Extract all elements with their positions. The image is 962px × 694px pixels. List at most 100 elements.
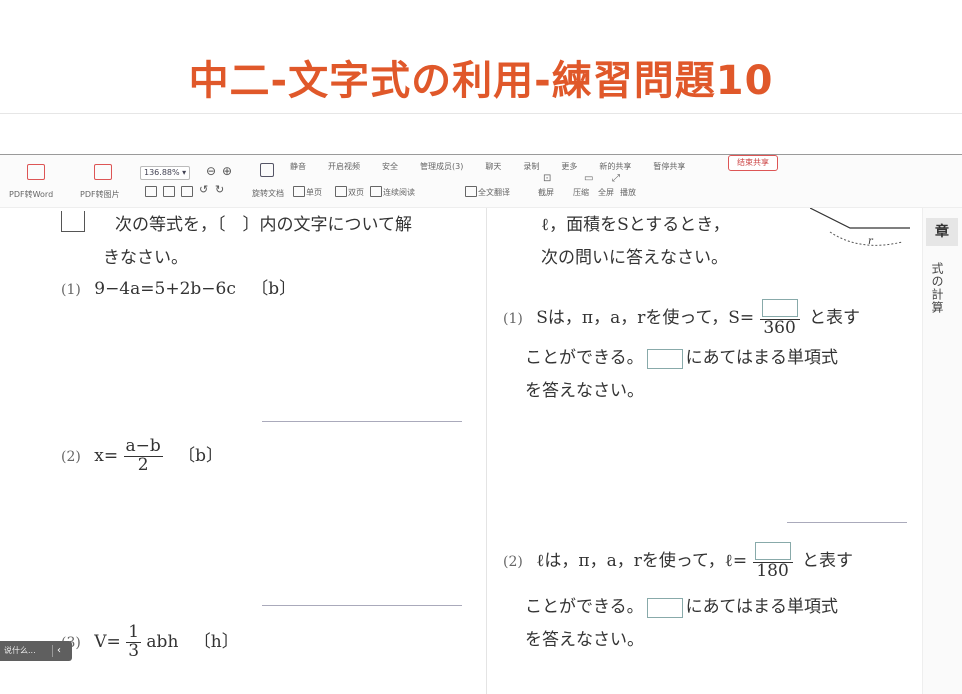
- more-button[interactable]: 更多: [561, 161, 577, 172]
- pdf-to-image-label[interactable]: PDF转图片: [80, 189, 120, 200]
- fullscreen-icon[interactable]: ⤢: [612, 173, 620, 184]
- translate-icon[interactable]: [465, 186, 477, 197]
- fraction-numerator: [752, 542, 793, 564]
- chat-input-chip[interactable]: 说什么... ‹: [0, 641, 72, 661]
- pdf-to-word-icon[interactable]: [27, 164, 45, 180]
- pdf-to-word-label[interactable]: PDF转Word: [9, 189, 53, 200]
- members-button[interactable]: 管理成员(3): [420, 161, 463, 172]
- equation: 9−4a=5+2b−6c: [94, 279, 236, 299]
- zoom-out-icon[interactable]: ⊖: [206, 164, 216, 178]
- sector-figure: r: [810, 208, 910, 247]
- left-question-1: (1) 9−4a=5+2b−6c 〔b〕: [61, 274, 296, 299]
- text-segment: にあてはまる単項式: [685, 348, 838, 368]
- question-number: (1): [503, 311, 523, 328]
- solve-for-bracket: 〔h〕: [193, 631, 239, 652]
- collapse-arrow-icon[interactable]: ‹: [57, 641, 61, 661]
- pdf-to-image-icon[interactable]: [94, 164, 112, 180]
- right-question-2-line3: を答えなさい。: [525, 630, 644, 650]
- answer-line: [262, 421, 462, 422]
- blank-box: [761, 299, 798, 317]
- question-tail: と表す: [809, 308, 860, 329]
- pdf-toolbar: 静音 开启视频 安全 管理成员(3) 聊天 录制 更多 新的共享 暂停共享 结束…: [0, 155, 962, 208]
- meeting-controls: 静音 开启视频 安全 管理成员(3) 聊天 录制 更多 新的共享 暂停共享: [290, 161, 685, 172]
- question-tail: と表す: [802, 551, 853, 572]
- fullscreen-button[interactable]: 全屏: [598, 187, 614, 198]
- double-page-icon[interactable]: [335, 186, 347, 197]
- right-question-1-line3: を答えなさい。: [525, 381, 644, 401]
- record-button[interactable]: 录制: [523, 161, 539, 172]
- instruction-line1: 次の等式を，〔 〕内の文字について解: [115, 215, 412, 235]
- chevron-down-icon: ▾: [182, 168, 187, 177]
- right-question-2: (2) ℓは，π，a，rを使って，ℓ= 180 と表す: [503, 542, 853, 581]
- fraction: 360: [759, 299, 800, 339]
- fraction-denominator: 360: [763, 318, 796, 339]
- right-question-2-line2: ことができる。 にあてはまる単項式: [525, 592, 838, 618]
- continuous-read-icon[interactable]: [370, 186, 382, 197]
- column-divider: [486, 208, 487, 694]
- screenshot-icon[interactable]: ⊡: [543, 173, 551, 184]
- answer-line: [787, 522, 907, 523]
- fraction-numerator: [759, 299, 800, 321]
- fit-width-icon[interactable]: [163, 186, 175, 197]
- compress-icon[interactable]: ▭: [584, 173, 593, 184]
- actual-size-icon[interactable]: [181, 186, 193, 197]
- left-question-3: (3) V= 1 3 abh 〔h〕: [61, 623, 239, 661]
- fraction: a−b 2: [123, 437, 163, 475]
- single-page-button[interactable]: 单页: [306, 187, 322, 198]
- zoom-in-icon[interactable]: ⊕: [222, 164, 232, 178]
- new-share-button[interactable]: 新的共享: [599, 161, 631, 172]
- rotate-left-icon[interactable]: ↺: [199, 183, 208, 196]
- solve-for-bracket: 〔b〕: [251, 279, 297, 299]
- right-question-1-line2: ことができる。 にあてはまる単項式: [525, 343, 838, 369]
- chapter-tab[interactable]: 章: [926, 218, 958, 246]
- sector-edge: [810, 208, 910, 229]
- zoom-select[interactable]: 136.88% ▾: [140, 166, 191, 180]
- chat-button[interactable]: 聊天: [485, 161, 501, 172]
- intro-line2: 次の問いに答えなさい。: [541, 248, 728, 268]
- rotate-document-label[interactable]: 旋转文档: [252, 188, 284, 199]
- left-question-2: (2) x= a−b 2 〔b〕: [61, 437, 223, 475]
- rotate-document-icon[interactable]: [260, 163, 274, 177]
- problem-number-box: [61, 211, 85, 232]
- blank-box: [646, 348, 683, 369]
- mute-button[interactable]: 静音: [290, 161, 306, 172]
- fraction: 1 3: [126, 623, 142, 661]
- question-number: (2): [61, 448, 81, 465]
- question-text: ℓは，π，a，rを使って，ℓ=: [536, 551, 748, 572]
- blank-box: [646, 597, 683, 618]
- pause-share-button[interactable]: 暂停共享: [653, 161, 685, 172]
- equation-rest: abh: [146, 631, 179, 652]
- answer-line: [262, 605, 462, 606]
- question-number: (1): [61, 282, 81, 298]
- rotate-right-icon[interactable]: ↻: [215, 183, 224, 196]
- video-button[interactable]: 开启视频: [328, 161, 360, 172]
- intro-line1: ℓ，面積をSとするとき，: [541, 215, 730, 235]
- text-segment: ことができる。: [525, 348, 644, 368]
- radius-arc: [829, 231, 903, 246]
- blank-box: [754, 542, 791, 560]
- fraction: 180: [752, 542, 793, 581]
- chat-placeholder: 说什么...: [4, 646, 36, 655]
- fit-page-icon[interactable]: [145, 186, 157, 197]
- chip-separator: [52, 645, 53, 657]
- text-segment: ことができる。: [525, 597, 644, 617]
- fraction-denominator: 3: [128, 640, 140, 661]
- chapter-title-vertical: 式の計算: [930, 262, 944, 314]
- end-share-button[interactable]: 结束共享: [728, 155, 778, 171]
- question-text: Sは，π，a，rを使って，S=: [536, 308, 755, 329]
- right-question-1: (1) Sは，π，a，rを使って，S= 360 と表す: [503, 299, 860, 338]
- text-segment: にあてはまる単項式: [685, 597, 838, 617]
- equation-lhs: x=: [94, 445, 119, 466]
- translate-button[interactable]: 全文翻译: [478, 187, 510, 198]
- question-number: (2): [503, 554, 523, 571]
- zoom-value: 136.88%: [144, 168, 180, 177]
- equation-lhs: V=: [94, 631, 121, 652]
- play-button[interactable]: 播放: [620, 187, 636, 198]
- continuous-read-button[interactable]: 连续阅读: [383, 187, 415, 198]
- divider: [0, 113, 962, 114]
- screenshot-button[interactable]: 截屏: [538, 187, 554, 198]
- double-page-button[interactable]: 双页: [348, 187, 364, 198]
- compress-button[interactable]: 压缩: [573, 187, 589, 198]
- single-page-icon[interactable]: [293, 186, 305, 197]
- security-button[interactable]: 安全: [382, 161, 398, 172]
